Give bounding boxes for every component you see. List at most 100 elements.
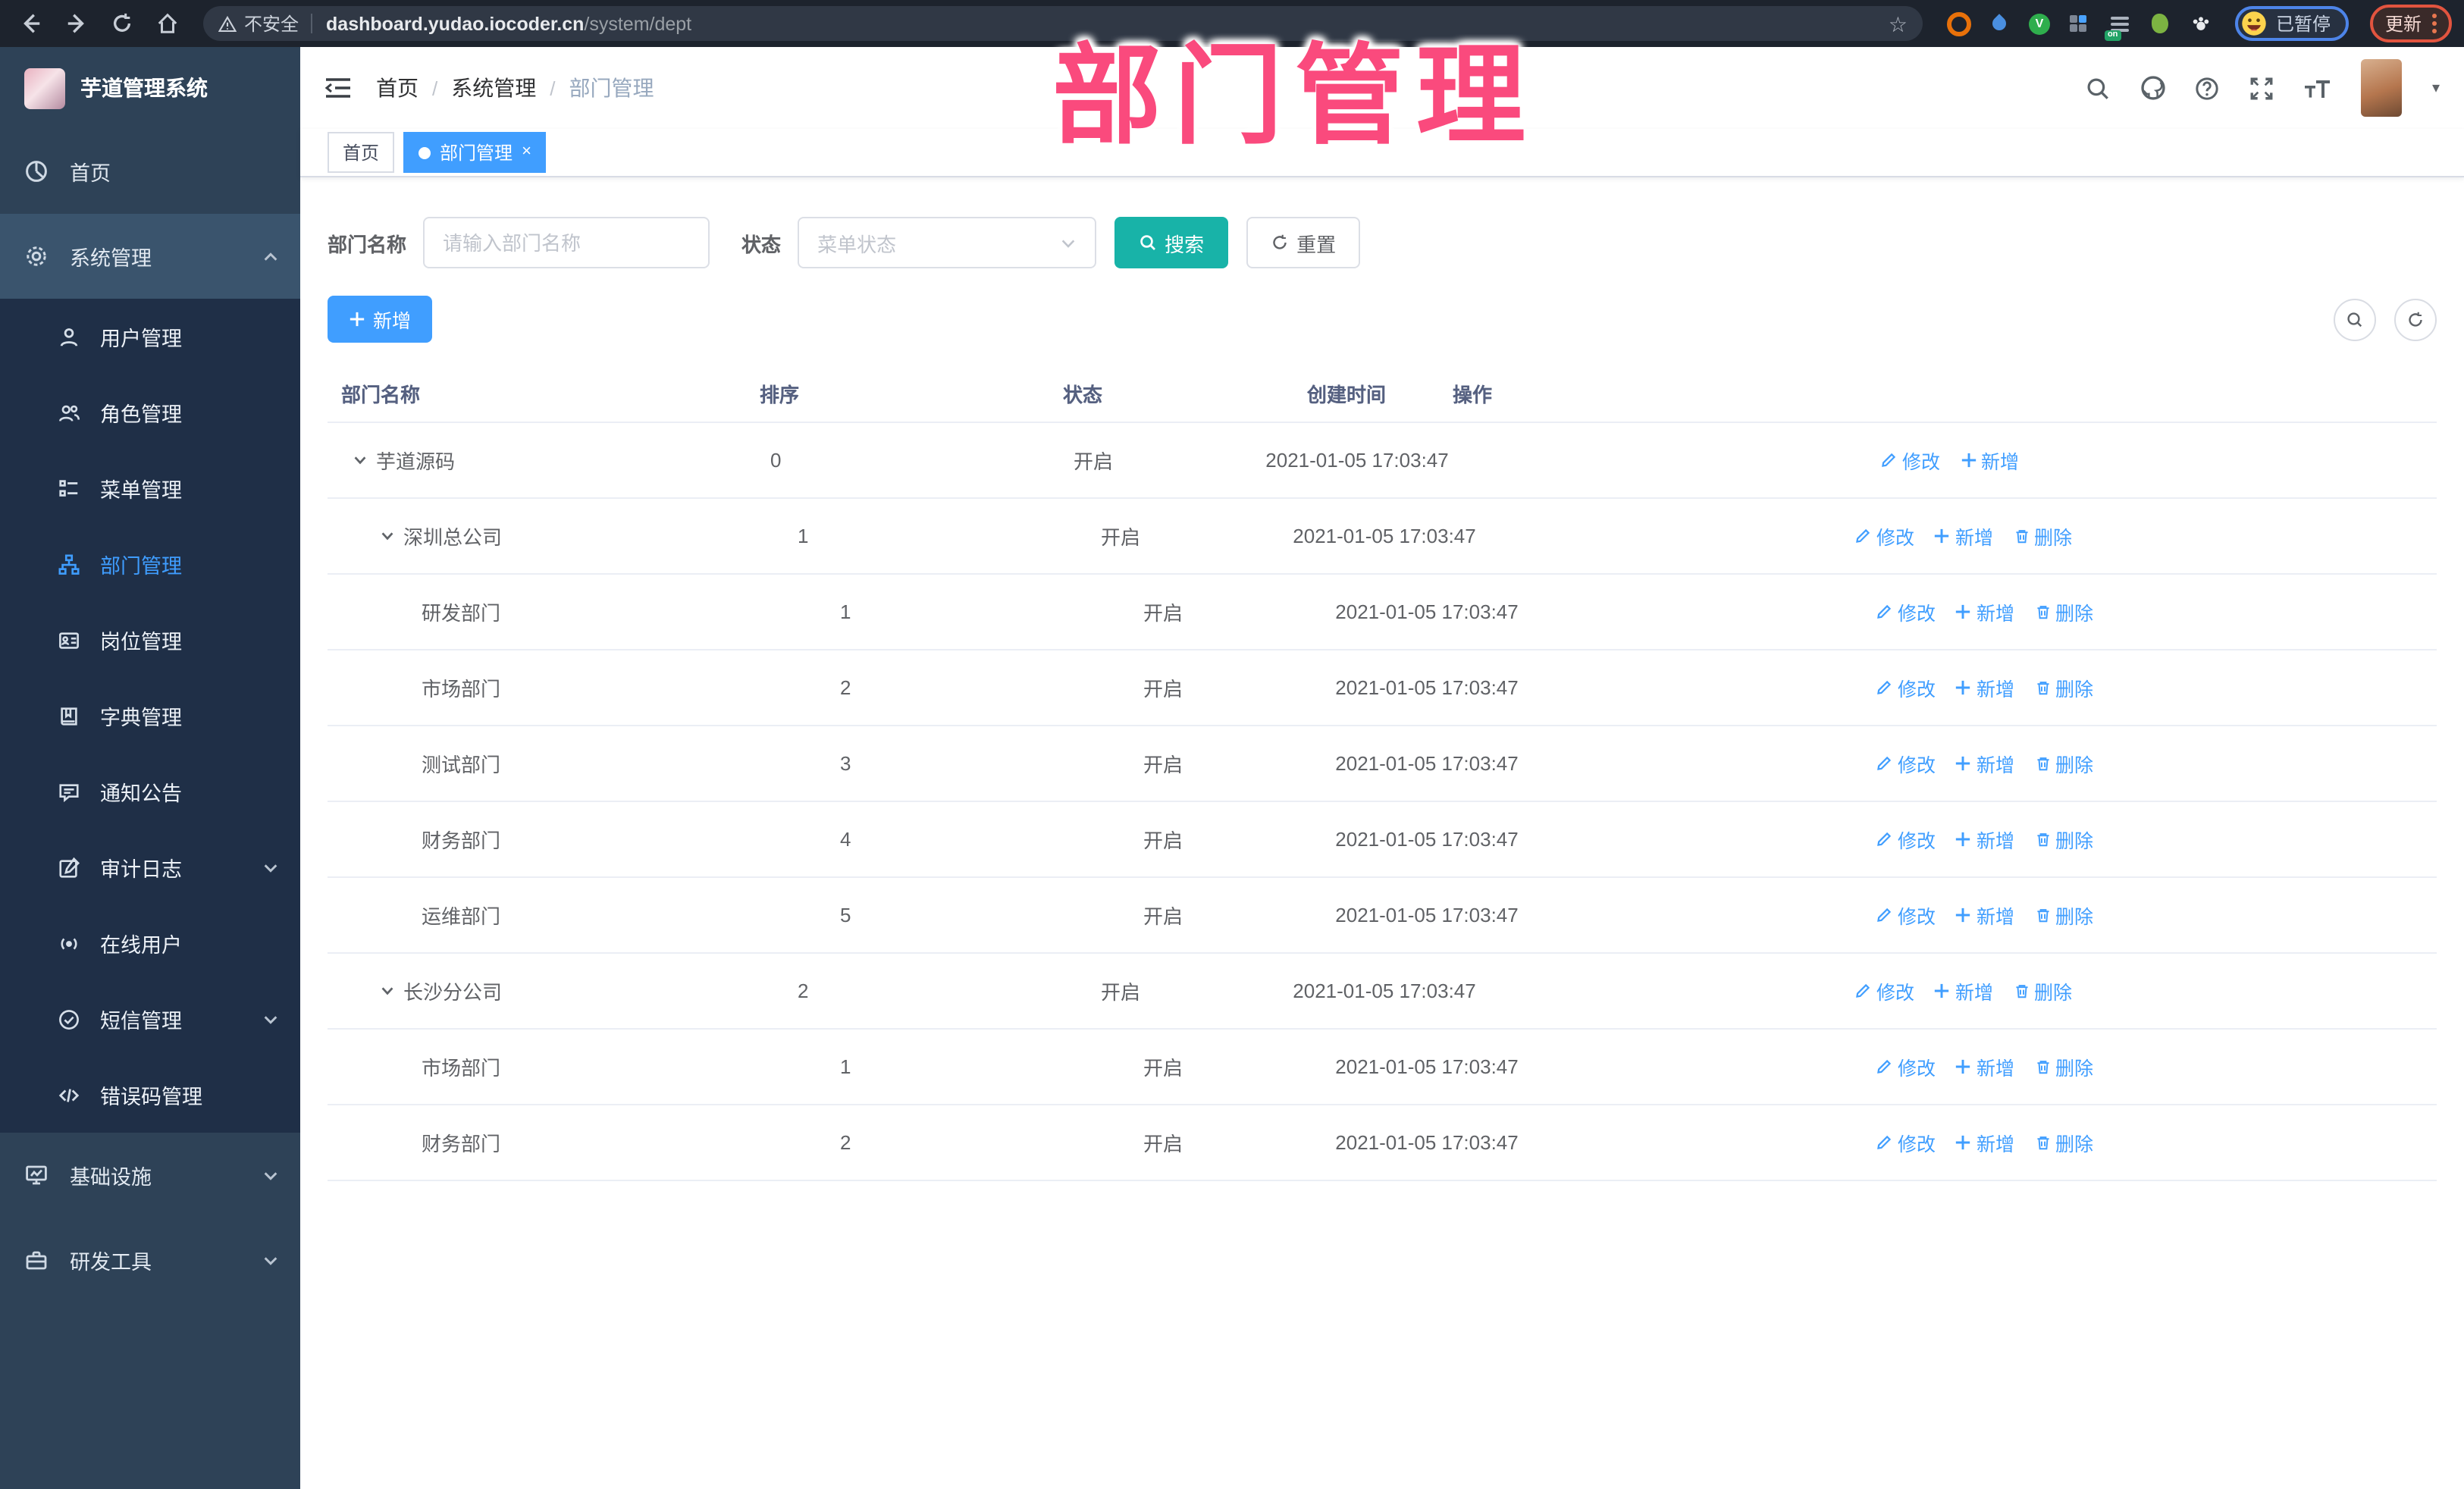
extension-drop-icon[interactable] — [1988, 11, 2012, 36]
extension-leaf-icon[interactable] — [2149, 11, 2173, 36]
tab-dept-management[interactable]: 部门管理 × — [403, 132, 547, 173]
browser-forward-icon[interactable] — [58, 5, 94, 42]
browser-back-icon[interactable] — [12, 5, 49, 42]
table-row[interactable]: 运维部门 5 开启 2021-01-05 17:03:47 修改 新增 删除 — [328, 878, 2437, 954]
add-action[interactable]: 新增 — [1955, 1052, 2014, 1081]
sidebar-item-menus[interactable]: 菜单管理 — [0, 450, 300, 526]
help-icon[interactable] — [2194, 74, 2221, 102]
extension-proxy-icon[interactable]: on — [2104, 11, 2132, 40]
tab-home[interactable]: 首页 — [328, 132, 395, 173]
edit-action[interactable]: 修改 — [1855, 522, 1914, 550]
sidebar-item-posts[interactable]: 岗位管理 — [0, 602, 300, 678]
edit-action[interactable]: 修改 — [1876, 825, 1936, 854]
sidebar-item-label: 错误码管理 — [100, 1086, 202, 1108]
extension-ring-icon[interactable] — [1946, 11, 1971, 36]
table-row[interactable]: 长沙分公司 2 开启 2021-01-05 17:03:47 修改 新增 删除 — [328, 954, 2437, 1030]
bookmark-star-icon[interactable]: ☆ — [1889, 13, 1908, 34]
tree-expand-icon[interactable] — [379, 983, 396, 999]
sidebar-item-label: 短信管理 — [100, 1010, 182, 1033]
extension-grid-icon[interactable] — [2067, 11, 2091, 36]
add-action[interactable]: 新增 — [1934, 522, 1993, 550]
sidebar-toggle-icon[interactable] — [324, 76, 352, 100]
sidebar-item-online-users[interactable]: 在线用户 — [0, 905, 300, 981]
sidebar-item-departments[interactable]: 部门管理 — [0, 526, 300, 602]
sidebar-item-users[interactable]: 用户管理 — [0, 299, 300, 375]
dept-name-input[interactable] — [423, 217, 710, 268]
sidebar-item-dict[interactable]: 字典管理 — [0, 678, 300, 754]
sidebar-item-error-codes[interactable]: 错误码管理 — [0, 1057, 300, 1133]
edit-action[interactable]: 修改 — [1881, 446, 1940, 475]
sidebar-item-roles[interactable]: 角色管理 — [0, 375, 300, 450]
add-action[interactable]: 新增 — [1955, 673, 2014, 702]
add-action[interactable]: 新增 — [1960, 446, 2019, 475]
add-action[interactable]: 新增 — [1955, 825, 2014, 854]
extension-v-icon[interactable]: V — [2028, 13, 2050, 34]
breadcrumb-system[interactable]: 系统管理 — [451, 73, 536, 103]
edit-action[interactable]: 修改 — [1855, 976, 1914, 1005]
table-row[interactable]: 市场部门 1 开启 2021-01-05 17:03:47 修改 新增 删除 — [328, 1030, 2437, 1105]
table-row[interactable]: 研发部门 1 开启 2021-01-05 17:03:47 修改 新增 删除 — [328, 575, 2437, 650]
browser-home-icon[interactable] — [149, 5, 185, 42]
add-button[interactable]: 新增 — [328, 296, 433, 343]
table-row[interactable]: 深圳总公司 1 开启 2021-01-05 17:03:47 修改 新增 删除 — [328, 499, 2437, 575]
sidebar-item-notices[interactable]: 通知公告 — [0, 754, 300, 829]
edit-action[interactable]: 修改 — [1876, 673, 1936, 702]
delete-action[interactable]: 删除 — [2034, 749, 2093, 778]
extension-paw-icon[interactable] — [2190, 11, 2214, 36]
dept-name-cell: 测试部门 — [422, 754, 501, 776]
delete-action[interactable]: 删除 — [2034, 825, 2093, 854]
sidebar-item-audit-log[interactable]: 审计日志 — [0, 829, 300, 905]
sort-cell: 4 — [840, 828, 851, 851]
table-row[interactable]: 测试部门 3 开启 2021-01-05 17:03:47 修改 新增 删除 — [328, 726, 2437, 802]
browser-refresh-icon[interactable] — [103, 5, 140, 42]
table-row[interactable]: 芋道源码 0 开启 2021-01-05 17:03:47 修改 新增 — [328, 423, 2437, 499]
sidebar-submenu-system: 用户管理 角色管理 菜单管理 部门管理 岗位管理 字典管理 通知公告 审计日志 … — [0, 299, 300, 1133]
delete-action[interactable]: 删除 — [2013, 976, 2072, 1005]
tab-close-icon[interactable]: × — [522, 143, 531, 161]
time-cell: 2021-01-05 17:03:47 — [1293, 525, 1476, 547]
edit-action[interactable]: 修改 — [1876, 597, 1936, 626]
search-button[interactable]: 搜索 — [1114, 217, 1229, 268]
font-size-icon[interactable] — [2303, 74, 2331, 102]
table-row[interactable]: 市场部门 2 开启 2021-01-05 17:03:47 修改 新增 删除 — [328, 650, 2437, 726]
add-action[interactable]: 新增 — [1955, 901, 2014, 929]
edit-action[interactable]: 修改 — [1876, 1128, 1936, 1157]
reset-button[interactable]: 重置 — [1246, 217, 1361, 268]
fullscreen-icon[interactable] — [2249, 74, 2276, 102]
tree-expand-icon[interactable] — [352, 452, 368, 469]
github-icon[interactable] — [2140, 74, 2167, 102]
avatar-caret-icon[interactable]: ▾ — [2432, 80, 2440, 96]
edit-action[interactable]: 修改 — [1876, 1052, 1936, 1081]
show-search-button[interactable] — [2334, 298, 2376, 340]
browser-menu-icon[interactable] — [2432, 14, 2437, 33]
annotation-title: 部门管理 — [1052, 36, 1538, 158]
refresh-table-button[interactable] — [2394, 298, 2437, 340]
edit-action[interactable]: 修改 — [1876, 749, 1936, 778]
add-action[interactable]: 新增 — [1934, 976, 1993, 1005]
browser-update-button[interactable]: 更新 — [2369, 5, 2452, 42]
delete-action[interactable]: 删除 — [2034, 1052, 2093, 1081]
sidebar-item-devtools[interactable]: 研发工具 — [0, 1218, 300, 1302]
sidebar-item-system[interactable]: 系统管理 — [0, 214, 300, 299]
app-logo-row[interactable]: 芋道管理系统 — [0, 47, 300, 129]
add-action[interactable]: 新增 — [1955, 749, 2014, 778]
delete-action[interactable]: 删除 — [2034, 597, 2093, 626]
sidebar-item-infrastructure[interactable]: 基础设施 — [0, 1133, 300, 1218]
delete-action[interactable]: 删除 — [2034, 901, 2093, 929]
add-action[interactable]: 新增 — [1955, 1128, 2014, 1157]
table-row[interactable]: 财务部门 4 开启 2021-01-05 17:03:47 修改 新增 删除 — [328, 802, 2437, 878]
breadcrumb-home[interactable]: 首页 — [376, 73, 419, 103]
table-row[interactable]: 财务部门 2 开启 2021-01-05 17:03:47 修改 新增 删除 — [328, 1105, 2437, 1181]
delete-action[interactable]: 删除 — [2034, 1128, 2093, 1157]
tree-expand-icon[interactable] — [379, 528, 396, 544]
delete-action[interactable]: 删除 — [2013, 522, 2072, 550]
delete-action[interactable]: 删除 — [2034, 673, 2093, 702]
sidebar-item-sms[interactable]: 短信管理 — [0, 981, 300, 1057]
sidebar-item-home[interactable]: 首页 — [0, 129, 300, 214]
edit-action[interactable]: 修改 — [1876, 901, 1936, 929]
user-avatar[interactable] — [2360, 59, 2402, 117]
search-icon[interactable] — [2085, 74, 2112, 102]
status-select[interactable]: 菜单状态 — [798, 217, 1097, 268]
add-action[interactable]: 新增 — [1955, 597, 2014, 626]
browser-profile-chip[interactable]: 已暂停 — [2234, 6, 2349, 41]
